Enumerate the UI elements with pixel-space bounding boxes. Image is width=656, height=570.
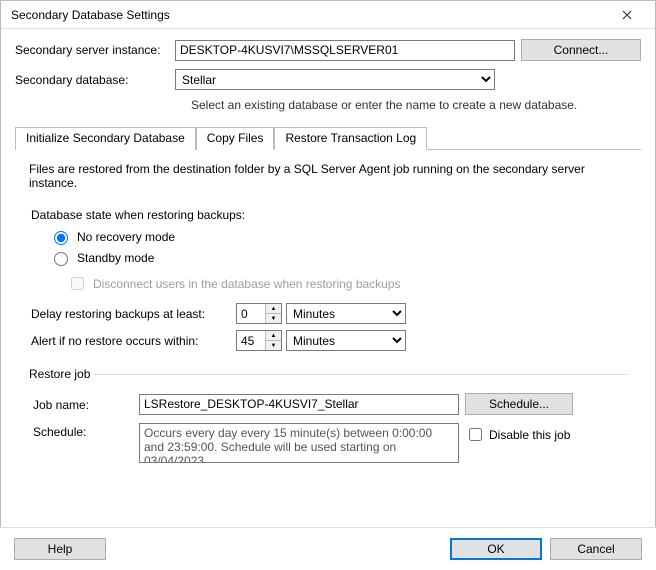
tab-initialize[interactable]: Initialize Secondary Database: [15, 127, 196, 150]
no-recovery-label: No recovery mode: [77, 230, 175, 244]
restore-tab-panel: Files are restored from the destination …: [15, 160, 641, 481]
dialog-content: Secondary server instance: Connect... Se…: [1, 29, 655, 489]
titlebar: Secondary Database Settings: [1, 1, 655, 29]
database-hint: Select an existing database or enter the…: [191, 98, 641, 112]
job-name-input[interactable]: [139, 394, 459, 415]
standby-label: Standby mode: [77, 251, 154, 265]
disconnect-checkbox-row: Disconnect users in the database when re…: [67, 274, 627, 293]
cancel-button[interactable]: Cancel: [550, 538, 642, 560]
database-label: Secondary database:: [15, 73, 175, 87]
delay-spinner[interactable]: ▲ ▼: [236, 303, 282, 324]
db-state-label: Database state when restoring backups:: [31, 208, 625, 222]
ok-button[interactable]: OK: [450, 538, 542, 560]
delay-down-arrow[interactable]: ▼: [266, 314, 281, 323]
schedule-label: Schedule:: [33, 423, 133, 439]
disable-job-checkbox[interactable]: [469, 428, 482, 441]
no-recovery-radio-input[interactable]: [54, 231, 68, 245]
tab-bar: Initialize Secondary Database Copy Files…: [15, 126, 641, 150]
delay-label: Delay restoring backups at least:: [31, 307, 236, 321]
help-button[interactable]: Help: [14, 538, 106, 560]
standby-radio[interactable]: Standby mode: [49, 249, 627, 266]
alert-value-input[interactable]: [237, 331, 265, 350]
schedule-button[interactable]: Schedule...: [465, 393, 573, 415]
alert-spinner[interactable]: ▲ ▼: [236, 330, 282, 351]
tab-restore-log[interactable]: Restore Transaction Log: [274, 127, 427, 150]
disable-job-label: Disable this job: [489, 428, 570, 442]
tab-copy-files[interactable]: Copy Files: [196, 127, 275, 150]
connect-button[interactable]: Connect...: [521, 39, 641, 61]
no-recovery-radio[interactable]: No recovery mode: [49, 228, 627, 245]
window-title: Secondary Database Settings: [11, 8, 170, 22]
delay-unit-select[interactable]: Minutes: [286, 303, 406, 324]
standby-radio-input[interactable]: [54, 252, 68, 266]
alert-unit-select[interactable]: Minutes: [286, 330, 406, 351]
restore-job-fieldset: Restore job Job name: Schedule... Schedu…: [29, 367, 627, 471]
schedule-text: [139, 423, 459, 463]
database-select[interactable]: Stellar: [175, 69, 495, 90]
disconnect-label: Disconnect users in the database when re…: [93, 277, 401, 291]
alert-up-arrow[interactable]: ▲: [266, 331, 281, 341]
job-name-label: Job name:: [33, 396, 133, 412]
server-instance-input[interactable]: [175, 40, 515, 61]
restore-job-legend: Restore job: [29, 367, 94, 381]
restore-intro: Files are restored from the destination …: [29, 162, 627, 190]
disconnect-checkbox: [71, 277, 84, 290]
delay-value-input[interactable]: [237, 304, 265, 323]
close-button[interactable]: [607, 2, 647, 28]
footer: Help OK Cancel: [0, 527, 656, 570]
alert-label: Alert if no restore occurs within:: [31, 334, 236, 348]
server-instance-label: Secondary server instance:: [15, 43, 175, 57]
close-icon: [622, 10, 632, 20]
disable-job-row[interactable]: Disable this job: [465, 425, 570, 444]
delay-up-arrow[interactable]: ▲: [266, 304, 281, 314]
alert-down-arrow[interactable]: ▼: [266, 341, 281, 350]
